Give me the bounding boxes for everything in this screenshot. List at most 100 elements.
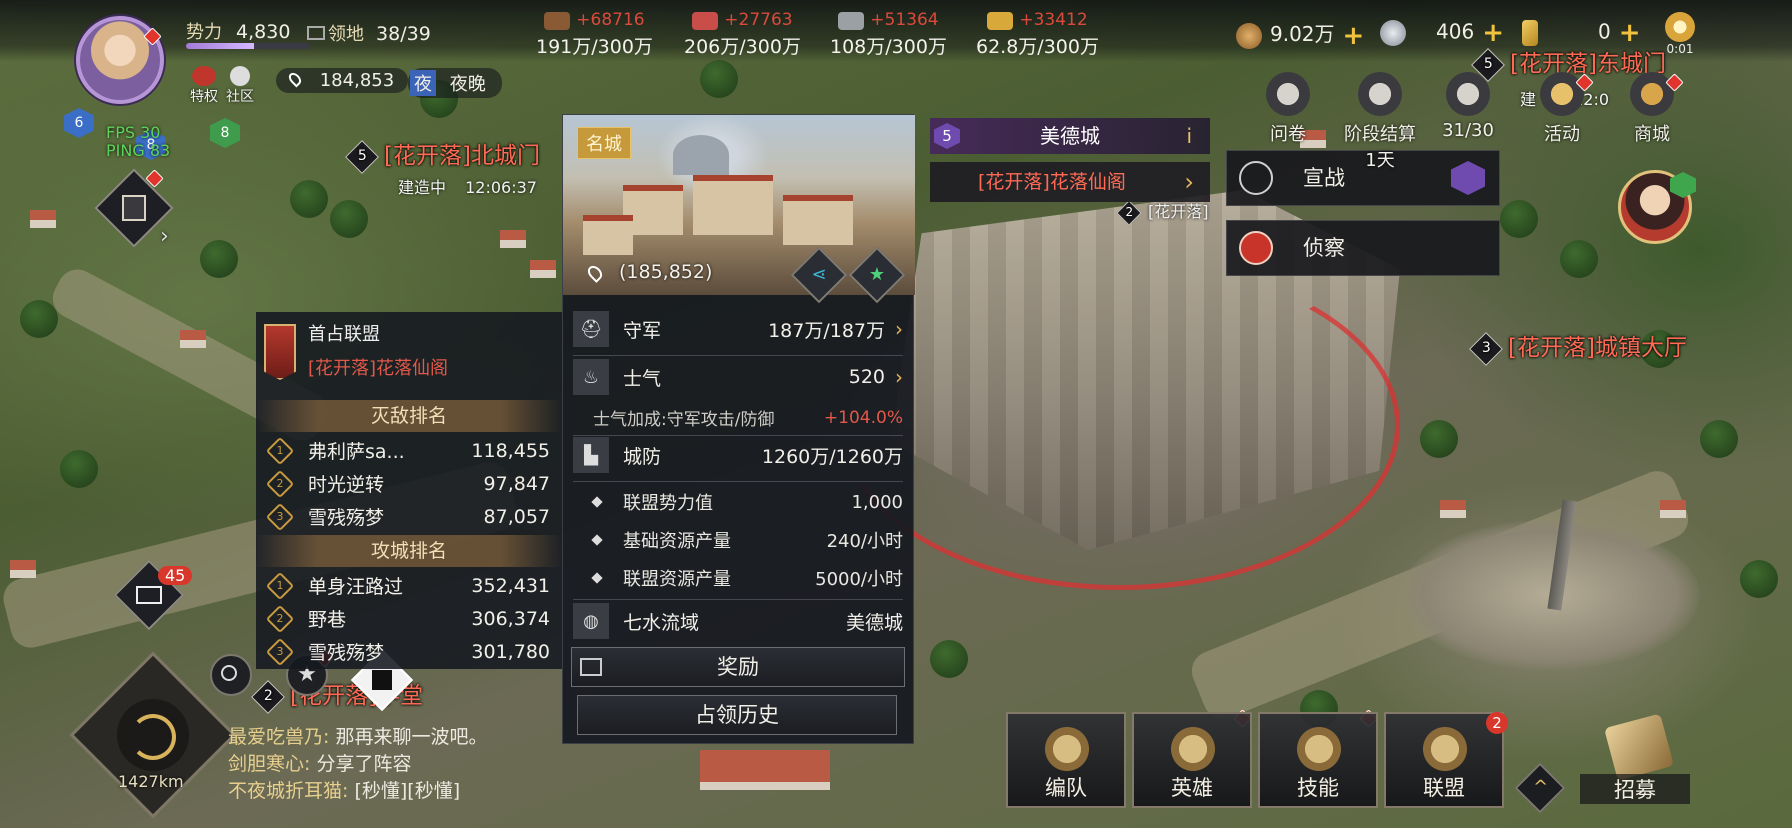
base-output-value: 240/小时 [826,531,903,552]
rank-player-name: 时光逆转 [308,474,385,496]
map-tree [700,60,738,98]
morale-value: 520 [848,366,885,388]
city-coords[interactable]: (185,852) [585,261,712,283]
target-owner-row[interactable]: [花开落]花落仙阁 › [930,162,1210,202]
north-gate-label[interactable]: 5 [花开落]北城门 [345,136,540,174]
morale-row[interactable]: ♨ 士气 520 › [573,359,903,395]
star-icon: ★ [868,264,886,285]
power-detail-icon[interactable] [306,25,325,40]
recruit-label: 招募 [1580,774,1690,804]
divider [573,481,903,482]
defense-row: ▙ 城防 1260万/1260万 [573,437,903,473]
sun-timer[interactable]: 0:01 [1660,12,1700,56]
power-value: 4,830 [236,21,291,43]
map-house [180,330,206,348]
moon-icon [1451,161,1485,195]
garrison-value: 187万/187万 [768,319,885,342]
kill-ranking-row[interactable]: 3 雪残殇梦 87,057 [256,500,562,533]
stage-settlement-button[interactable]: 阶段结算 1天 [1342,72,1418,172]
stage-settlement-time: 1天 [1365,150,1395,171]
expand-chevron-icon[interactable]: › [160,224,169,249]
build-status-label: 建造中 [398,178,447,197]
city-dome [673,135,729,175]
build-status-timer: 12:06:37 [465,178,537,197]
map-tree [1740,560,1778,598]
town-hall-label[interactable]: 3 [花开落]城镇大厅 [1469,328,1687,366]
resource-meat[interactable]: +27763 206万/300万 [684,10,801,59]
chat-sender: 不夜城折耳猫: [228,780,349,802]
city-building [693,175,773,235]
share-icon: ⋖ [811,264,827,285]
garrison-row[interactable]: ⛑ 守军 187万/187万 › [573,311,903,347]
search-icon [221,665,237,681]
chat-message: 剑胆寒心: 分享了阵容 [228,751,487,778]
scout-icon [1239,231,1273,265]
map-house [1660,500,1686,518]
morale-label: 士气 [623,367,662,390]
recruit-button[interactable]: 招募 [1580,712,1690,808]
reward-button-label: 奖励 [717,655,759,679]
map-house [10,560,36,578]
stage-settlement-label: 阶段结算 [1344,124,1416,145]
siege-ranking-row[interactable]: 2 野巷 306,374 [256,602,562,635]
siege-ranking-row[interactable]: 1 单身汪路过 352,431 [256,569,562,602]
survey-button[interactable]: 问卷 [1250,72,1326,146]
grid-icon [372,670,392,690]
map-tree [1500,200,1538,238]
siege-ranking-header: 攻城排名 [256,535,562,567]
territory-display[interactable]: 领地 38/39 [328,20,431,46]
hero-button[interactable]: 英雄 [1132,712,1252,808]
crown-icon [1358,72,1402,116]
kill-ranking-row[interactable]: 2 时光逆转 97,847 [256,467,562,500]
alliance-count-badge: 2 [1486,712,1508,734]
meat-amount: 206万/300万 [684,36,801,58]
search-button[interactable] [210,654,252,696]
mail-icon [136,586,162,604]
region-value: 美德城 [845,611,903,634]
knight-helmet-icon [1164,722,1222,776]
fortification-icon: ▙ [573,437,609,473]
kill-ranking-row[interactable]: 1 弗利萨sa... 118,455 [256,434,562,467]
privilege-icon [192,66,216,86]
community-button[interactable]: 社区 [222,66,258,106]
skill-button[interactable]: 技能 [1258,712,1378,808]
reward-button[interactable]: 奖励 [571,647,905,687]
scout-label: 侦察 [1303,236,1345,260]
formation-button[interactable]: 编队 [1006,712,1126,808]
bullet-icon [591,534,603,546]
silver-coin-icon [1380,20,1406,46]
gem-icon [1522,20,1538,46]
player-coords[interactable]: 184,853 [276,68,409,93]
chat-text: [秒懂][秒懂] [354,780,461,802]
info-icon[interactable]: i [1186,118,1192,154]
first-alliance-name[interactable]: [花开落]花落仙阁 [308,354,562,380]
siege-ranking-row[interactable]: 3 雪残殇梦 301,780 [256,635,562,668]
alliance-output-row: 联盟资源产量 5000/小时 [591,565,903,591]
city-info-panel: 名城 (185,852) ⋖ ★ ⛑ 守军 187万/187万 › ♨ 士气 5… [562,114,915,744]
fps-readout: FPS 30 PING 83 [106,124,170,160]
map-tree [1560,240,1598,278]
location-pin-icon [286,70,304,88]
city-building [783,195,853,245]
resource-wood[interactable]: +68716 191万/300万 [536,10,653,59]
resource-stone[interactable]: +51364 108万/300万 [830,10,947,59]
base-output-label: 基础资源产量 [623,531,731,552]
rank-2-medal-icon: 2 [265,469,295,498]
stone-icon [838,11,865,30]
chat-feed[interactable]: 最爱吃兽乃: 那再来聊一波吧。 剑胆寒心: 分享了阵容 不夜城折耳猫: [秒懂]… [228,724,487,805]
chat-message: 不夜城折耳猫: [秒懂][秒懂] [228,778,487,805]
scout-button[interactable]: 侦察 [1226,220,1500,276]
resource-gold[interactable]: +33412 62.8万/300万 [976,10,1099,59]
copper-add-button[interactable]: + [1343,21,1365,51]
map-tree [20,300,58,338]
region-label: 七水流域 [623,611,700,634]
privilege-button[interactable]: 特权 [186,66,222,106]
progress-event-button[interactable]: 31/30 [1430,72,1506,141]
occupation-history-button[interactable]: 占领历史 [577,695,897,735]
copper-currency: 9.02万 + [1236,18,1364,51]
famous-city-tag: 名城 [577,127,631,159]
rank-3-medal-icon: 3 [265,637,295,666]
day-night-indicator[interactable]: 夜 夜晚 [408,68,502,98]
ping-text: PING 83 [106,141,171,160]
declare-war-label: 宣战 [1303,166,1345,190]
